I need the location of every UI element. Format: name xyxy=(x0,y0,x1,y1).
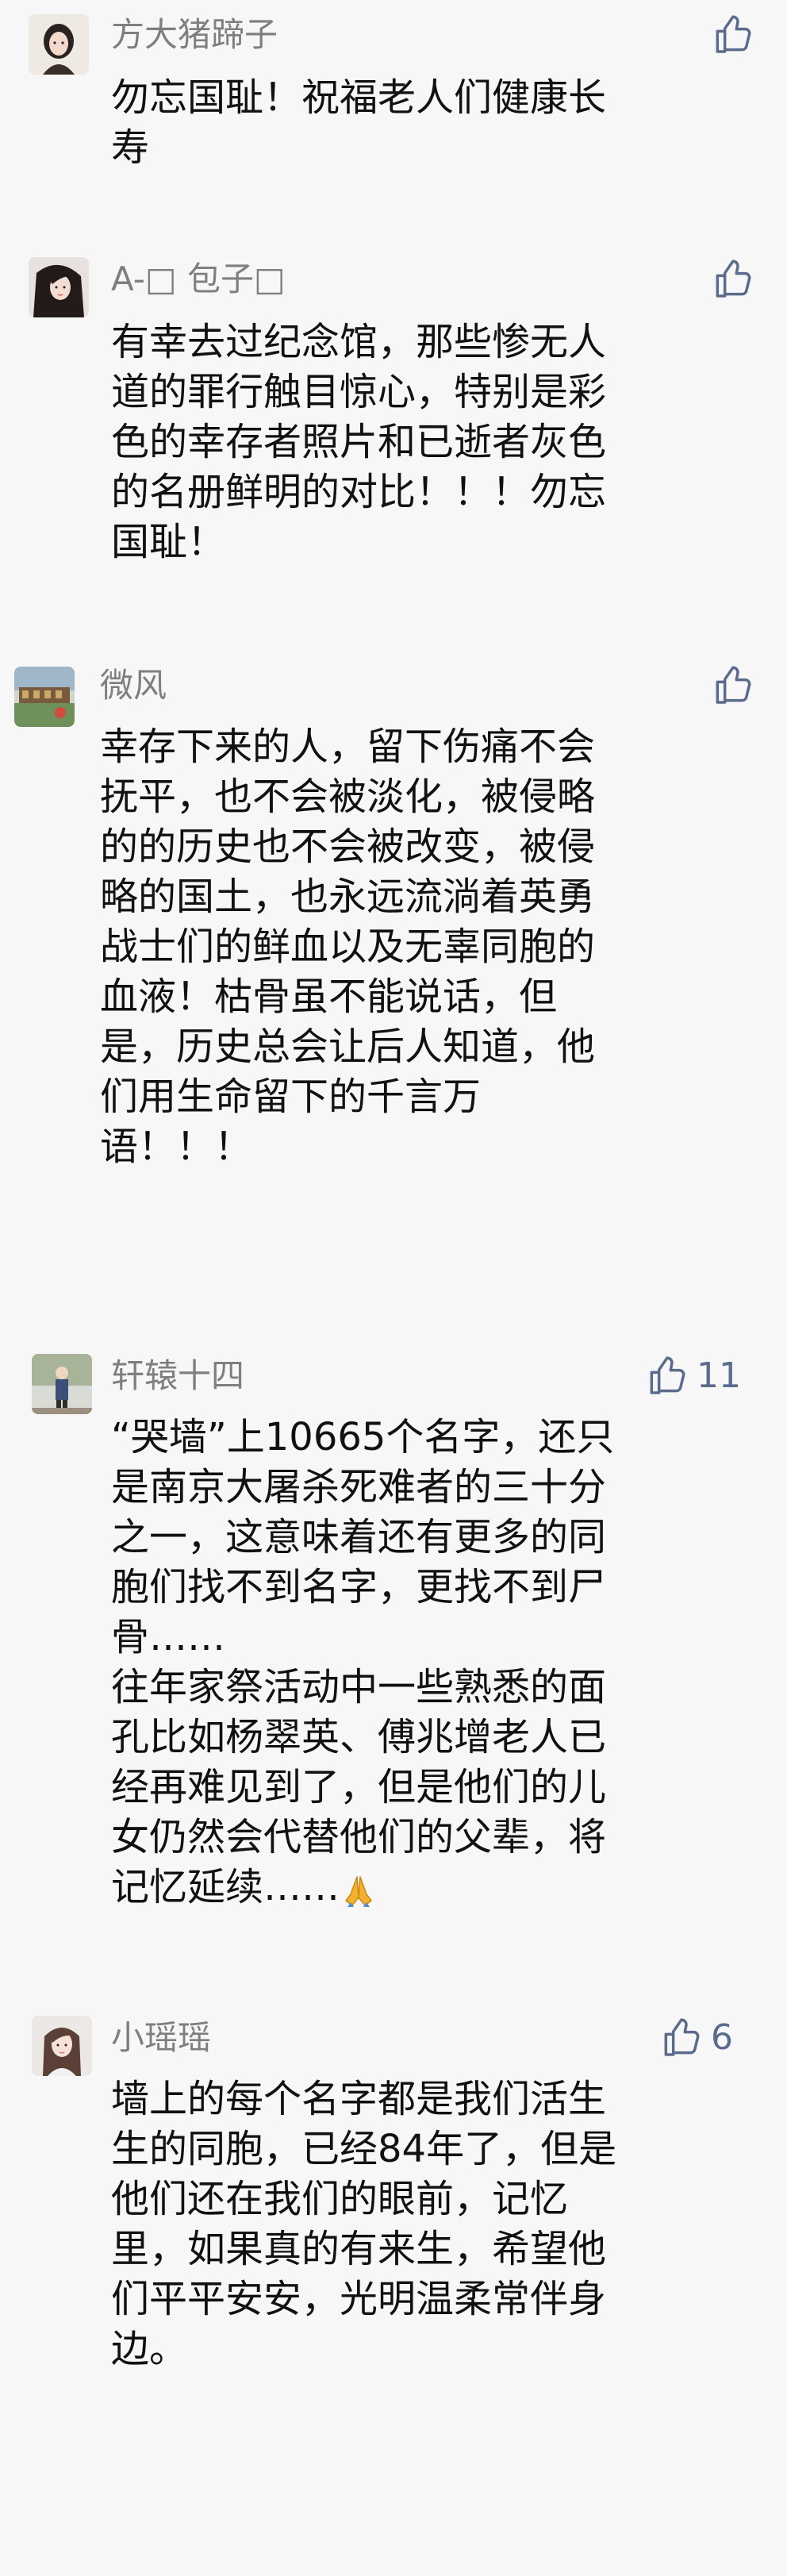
comment-text-line: 往年家祭活动中一些熟悉的面 xyxy=(111,1665,607,1709)
comment-text-line: 战士们的鲜血以及无辜同胞的 xyxy=(100,925,596,969)
comment-text-line: 抚平，也不会被淡化，被侵略 xyxy=(100,775,596,819)
comment-text-line: 寿 xyxy=(111,125,150,170)
username[interactable]: 轩辕十四 xyxy=(111,1355,244,1397)
avatar[interactable] xyxy=(29,14,89,75)
comment-text-line: 是南京大屠杀死难者的三十分 xyxy=(111,1465,607,1509)
thumbs-up-icon xyxy=(710,663,754,708)
comment-text-line: 血液！枯骨虽不能说话，但 xyxy=(100,975,558,1019)
comment-text-line: 之一，这意味着还有更多的同 xyxy=(111,1515,607,1559)
username[interactable]: 微风 xyxy=(100,665,167,706)
comment-text: 有幸去过纪念馆，那些惨无人 道的罪行触目惊心，特别是彩 色的幸存者照片和已逝者灰… xyxy=(111,317,762,567)
comment-text-line: “哭墙”上10665个名字，还只 xyxy=(111,1415,615,1459)
comment-feed: 方大猪蹄子 勿忘国耻！祝福老人们健康长 寿 A-□ 包子□ 有幸去过纪念馆，那些… xyxy=(0,0,787,2576)
like-count: 6 xyxy=(711,2017,733,2058)
comment-text-line: 幸存下来的人，留下伤痛不会 xyxy=(100,725,596,769)
comment-text: “哭墙”上10665个名字，还只 是南京大屠杀死难者的三十分 之一，这意味着还有… xyxy=(111,1413,762,1913)
comment-text-line: 边。 xyxy=(111,2327,188,2371)
comment-text-line: 是，历史总会让后人知道，他 xyxy=(100,1025,596,1069)
comment-text-line: 们平平安安，光明温柔常伴身 xyxy=(111,2277,607,2321)
comment-text-line: 们用生命留下的千言万 xyxy=(100,1075,482,1119)
comment-item: 轩辕十四 11 “哭墙”上10665个名字，还只 是南京大屠杀死难者的三十分 之… xyxy=(0,1325,787,1984)
thumbs-up-icon xyxy=(658,2016,703,2060)
comment-item: 微风 幸存下来的人，留下伤痛不会 抚平，也不会被淡化，被侵略 的的历史也不会被改… xyxy=(0,651,787,1325)
username[interactable]: A-□ 包子□ xyxy=(111,259,286,300)
comment-text-line-content: 记忆延续…… xyxy=(111,1865,340,1909)
folded-hands-icon xyxy=(345,1876,372,1907)
comment-text-line: 勿忘国耻！祝福老人们健康长 xyxy=(111,75,607,120)
comment-text-line: 色的幸存者照片和已逝者灰色 xyxy=(111,420,607,464)
username[interactable]: 方大猪蹄子 xyxy=(111,14,278,56)
thumbs-up-icon xyxy=(644,1354,689,1398)
like-button[interactable]: 11 xyxy=(644,1352,741,1400)
comment-text-line: 生的同胞，已经84年了，但是 xyxy=(111,2127,617,2171)
like-button[interactable] xyxy=(710,256,762,303)
comment-text-line: 女仍然会代替他们的父辈，将 xyxy=(111,1815,607,1859)
comment-text: 勿忘国耻！祝福老人们健康长 寿 xyxy=(111,73,762,173)
comment-item: A-□ 包子□ 有幸去过纪念馆，那些惨无人 道的罪行触目惊心，特别是彩 色的幸存… xyxy=(0,238,787,651)
comment-item: 方大猪蹄子 勿忘国耻！祝福老人们健康长 寿 xyxy=(0,0,787,238)
avatar[interactable] xyxy=(14,667,75,727)
avatar[interactable] xyxy=(29,257,89,317)
like-count: 11 xyxy=(697,1355,741,1396)
comment-text-line: 的的历史也不会被改变，被侵 xyxy=(100,825,596,869)
comment-text-line: 他们还在我们的眼前，记忆 xyxy=(111,2177,569,2221)
comment-text: 幸存下来的人，留下伤痛不会 抚平，也不会被淡化，被侵略 的的历史也不会被改变，被… xyxy=(100,722,766,1172)
comment-text-line: 国耻！ xyxy=(111,520,226,564)
username[interactable]: 小瑶瑶 xyxy=(111,2017,211,2059)
comment-text-line: 记忆延续…… xyxy=(111,1863,762,1913)
comment-text-line: 经再难见到了，但是他们的儿 xyxy=(111,1765,607,1809)
comment-text-line: 道的罪行触目惊心，特别是彩 xyxy=(111,370,607,414)
comment-text-line: 墙上的每个名字都是我们活生 xyxy=(111,2077,607,2121)
thumbs-up-icon xyxy=(710,13,754,57)
comment-text-line: 有幸去过纪念馆，那些惨无人 xyxy=(111,320,607,364)
avatar[interactable] xyxy=(32,2016,92,2076)
like-button[interactable] xyxy=(710,662,762,709)
comment-item: 小瑶瑶 6 墙上的每个名字都是我们活生 生的同胞，已经84年了，但是 他们还在我… xyxy=(0,1984,787,2576)
avatar[interactable] xyxy=(32,1354,92,1414)
comment-text-line: 略的国土，也永远流淌着英勇 xyxy=(100,875,596,919)
comment-text: 墙上的每个名字都是我们活生 生的同胞，已经84年了，但是 他们还在我们的眼前，记… xyxy=(111,2074,762,2374)
comment-text-line: 语！！！ xyxy=(100,1125,253,1169)
like-button[interactable]: 6 xyxy=(658,2014,733,2062)
comment-text-line: 胞们找不到名字，更找不到尸 xyxy=(111,1565,607,1609)
comment-text-line: 的名册鲜明的对比！！！勿忘 xyxy=(111,470,607,514)
comment-text-line: 骨…… xyxy=(111,1615,226,1659)
like-button[interactable] xyxy=(710,11,762,59)
thumbs-up-icon xyxy=(710,257,754,302)
comment-text-line: 里，如果真的有来生，希望他 xyxy=(111,2227,607,2271)
comment-text-line: 孔比如杨翠英、傅兆增老人已 xyxy=(111,1715,607,1759)
